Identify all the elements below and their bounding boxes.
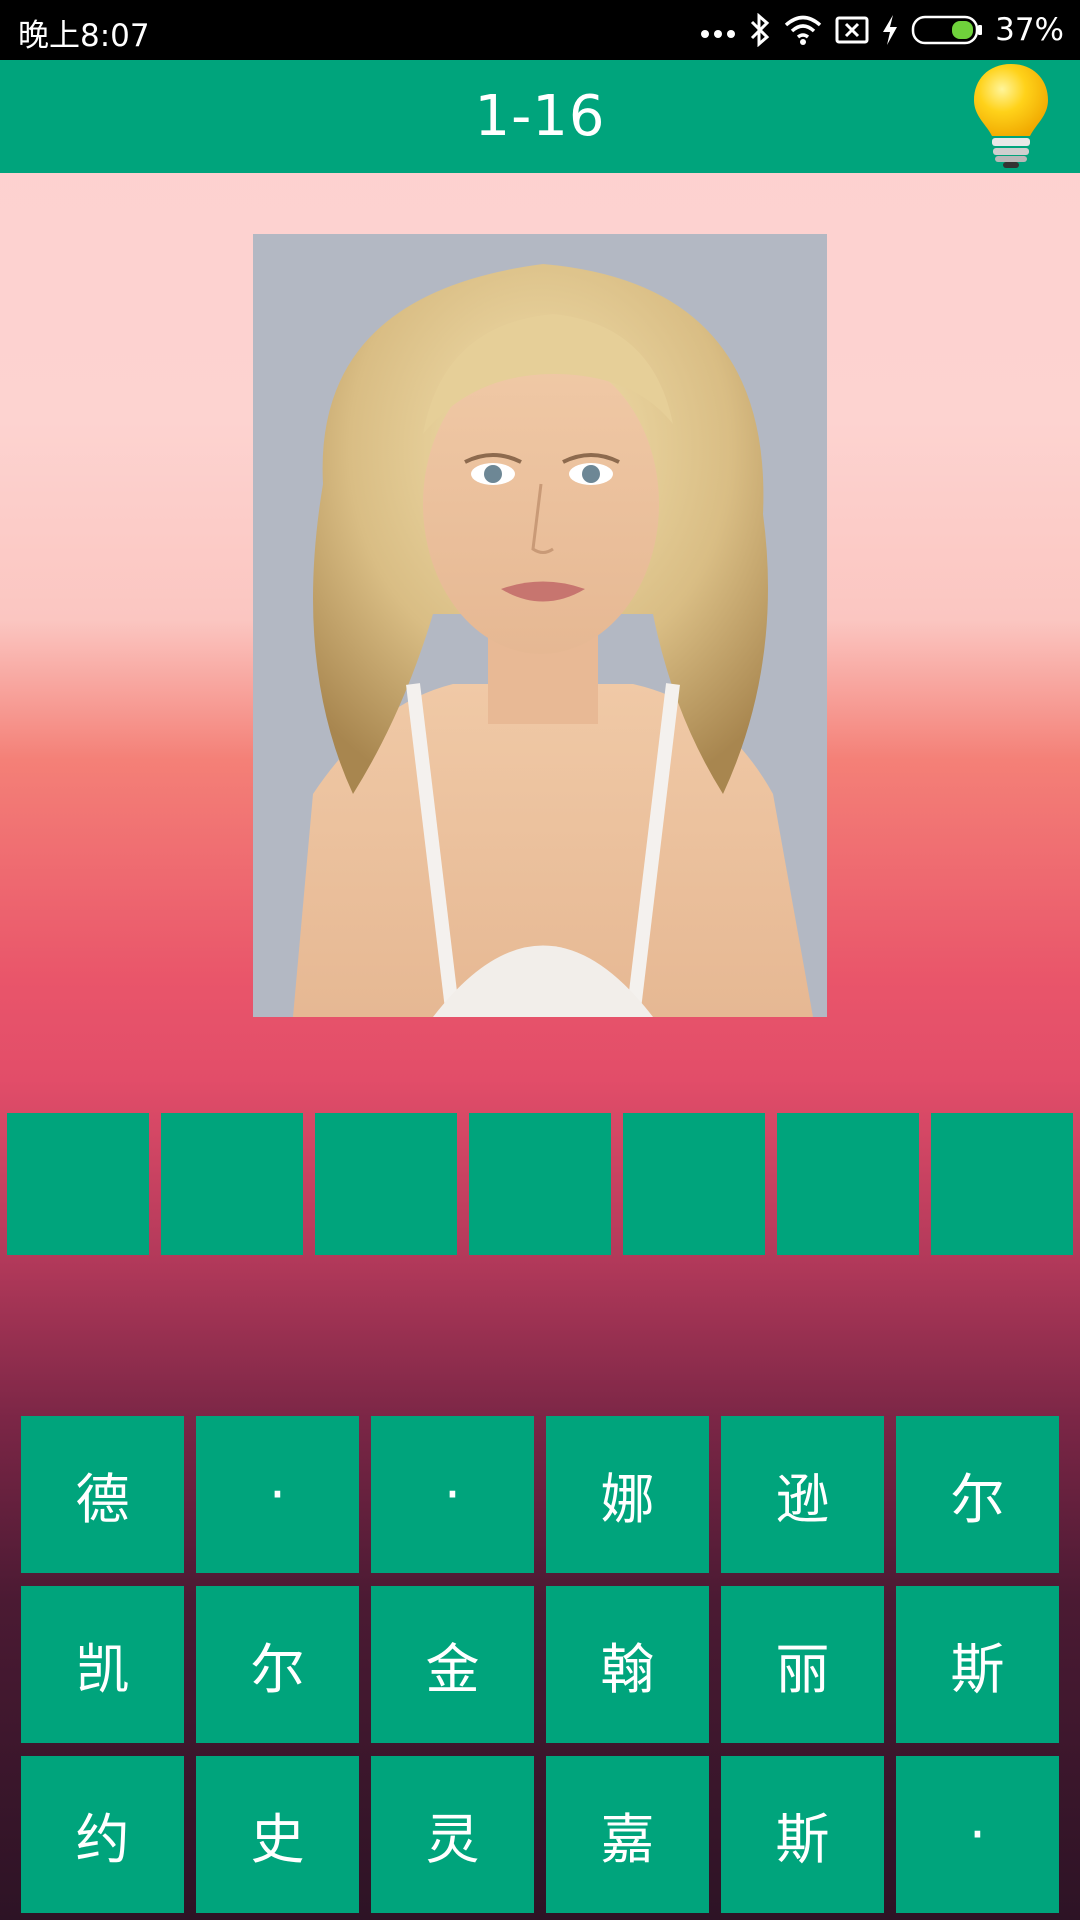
character-key[interactable]: 尔 [196, 1586, 359, 1743]
more-dots-icon [699, 20, 737, 40]
wifi-icon [783, 14, 823, 46]
character-key[interactable]: 丽 [721, 1586, 884, 1743]
character-key[interactable]: · [196, 1416, 359, 1573]
status-time: 晚上8:07 [18, 18, 150, 54]
character-key[interactable]: 逊 [721, 1416, 884, 1573]
answer-slot[interactable] [469, 1113, 611, 1255]
character-key[interactable]: 史 [196, 1756, 359, 1913]
bluetooth-icon [749, 13, 771, 47]
answer-slot[interactable] [623, 1113, 765, 1255]
charging-icon [881, 14, 899, 46]
no-sim-icon [835, 15, 869, 45]
answer-slot[interactable] [7, 1113, 149, 1255]
character-key[interactable]: 斯 [896, 1586, 1059, 1743]
lightbulb-icon [970, 64, 1052, 174]
hint-button[interactable] [970, 60, 1052, 170]
level-header: 1-16 [0, 60, 1080, 173]
character-key[interactable]: · [371, 1416, 534, 1573]
battery-percent: 37% [995, 12, 1064, 48]
character-key[interactable]: 凯 [21, 1586, 184, 1743]
celebrity-photo [253, 234, 827, 1017]
answer-slot[interactable] [315, 1113, 457, 1255]
character-key[interactable]: 德 [21, 1416, 184, 1573]
status-icons: 37% [699, 8, 1064, 52]
status-bar: 晚上8:07 37% [0, 0, 1080, 60]
character-key[interactable]: 尔 [896, 1416, 1059, 1573]
character-key[interactable]: · [896, 1756, 1059, 1913]
character-key[interactable]: 约 [21, 1756, 184, 1913]
character-key[interactable]: 斯 [721, 1756, 884, 1913]
answer-slot[interactable] [161, 1113, 303, 1255]
character-key[interactable]: 灵 [371, 1756, 534, 1913]
character-key[interactable]: 翰 [546, 1586, 709, 1743]
answer-slots [7, 1113, 1073, 1255]
level-title: 1-16 [474, 84, 606, 149]
answer-slot[interactable] [777, 1113, 919, 1255]
character-key[interactable]: 嘉 [546, 1756, 709, 1913]
answer-slot[interactable] [931, 1113, 1073, 1255]
character-key[interactable]: 娜 [546, 1416, 709, 1573]
battery-icon [911, 14, 983, 46]
character-key[interactable]: 金 [371, 1586, 534, 1743]
